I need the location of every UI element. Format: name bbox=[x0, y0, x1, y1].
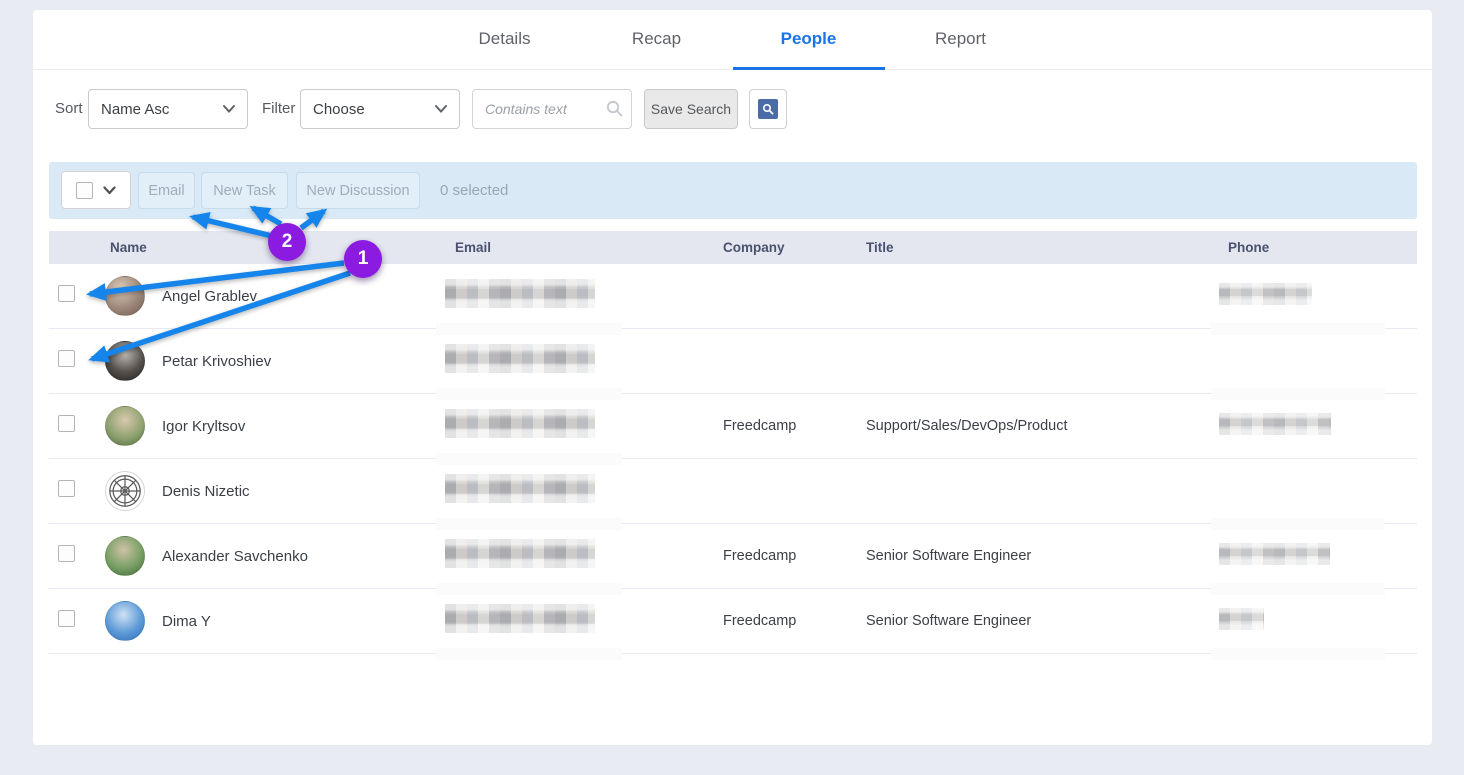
select-all-checkbox[interactable] bbox=[76, 182, 93, 199]
chevron-down-icon bbox=[435, 105, 447, 113]
filter-label: Filter bbox=[262, 89, 295, 129]
search-box bbox=[472, 89, 632, 129]
select-all-dropdown[interactable] bbox=[61, 171, 131, 209]
company-cell: Freedcamp bbox=[705, 613, 850, 629]
redacted-phone bbox=[1219, 413, 1331, 435]
title-cell: Senior Software Engineer bbox=[850, 548, 1210, 564]
tab-recap[interactable]: Recap bbox=[581, 10, 733, 70]
row-checkbox[interactable] bbox=[58, 480, 75, 497]
chevron-down-icon bbox=[223, 105, 235, 113]
row-checkbox[interactable] bbox=[58, 610, 75, 627]
blur-band bbox=[1211, 518, 1385, 530]
tab-details[interactable]: Details bbox=[429, 10, 581, 70]
blur-band bbox=[1211, 648, 1385, 660]
new-task-button[interactable]: New Task bbox=[201, 172, 288, 209]
person-name: Petar Krivoshiev bbox=[162, 353, 271, 370]
avatar bbox=[105, 601, 145, 641]
page: Details Recap People Report Sort Name As… bbox=[0, 0, 1464, 775]
person-name: Angel Grablev bbox=[162, 288, 257, 305]
redacted-email bbox=[445, 344, 595, 373]
new-discussion-button[interactable]: New Discussion bbox=[296, 172, 420, 209]
header-name: Name bbox=[90, 240, 445, 255]
redacted-phone bbox=[1219, 543, 1330, 565]
selected-count: 0 selected bbox=[440, 162, 508, 219]
blur-band bbox=[436, 518, 622, 530]
wheel-avatar-drawing bbox=[106, 472, 144, 510]
avatar bbox=[105, 536, 145, 576]
blur-band bbox=[1211, 583, 1385, 595]
filter-select-value: Choose bbox=[313, 101, 365, 118]
company-cell: Freedcamp bbox=[705, 418, 850, 434]
company-cell: Freedcamp bbox=[705, 548, 850, 564]
bulk-action-bar: Email New Task New Discussion 0 selected bbox=[49, 162, 1417, 219]
header-email: Email bbox=[445, 240, 705, 255]
email-button[interactable]: Email bbox=[138, 172, 195, 209]
blur-band bbox=[436, 323, 622, 335]
redacted-email bbox=[445, 539, 595, 568]
blur-band bbox=[436, 648, 622, 660]
row-checkbox[interactable] bbox=[58, 415, 75, 432]
person-name: Denis Nizetic bbox=[162, 483, 250, 500]
blur-band bbox=[436, 453, 622, 465]
row-checkbox[interactable] bbox=[58, 285, 75, 302]
redacted-phone bbox=[1219, 283, 1312, 305]
person-name: Igor Kryltsov bbox=[162, 418, 245, 435]
avatar bbox=[105, 406, 145, 446]
table-row: Dima Y Freedcamp Senior Software Enginee… bbox=[49, 589, 1417, 654]
sort-label: Sort bbox=[55, 89, 83, 129]
tab-people[interactable]: People bbox=[733, 10, 885, 70]
redacted-email bbox=[445, 604, 595, 633]
row-checkbox[interactable] bbox=[58, 350, 75, 367]
table-row: Denis Nizetic bbox=[49, 459, 1417, 524]
blur-band bbox=[1211, 388, 1385, 400]
header-phone: Phone bbox=[1210, 240, 1417, 255]
table-row: Angel Grablev bbox=[49, 264, 1417, 329]
saved-search-icon bbox=[758, 99, 778, 119]
header-title: Title bbox=[850, 240, 1210, 255]
filter-toolbar: Sort Name Asc Filter Choose Save Search bbox=[33, 89, 1432, 129]
avatar bbox=[105, 276, 145, 316]
table-row: Alexander Savchenko Freedcamp Senior Sof… bbox=[49, 524, 1417, 589]
header-company: Company bbox=[705, 240, 850, 255]
person-name: Dima Y bbox=[162, 613, 211, 630]
redacted-email bbox=[445, 474, 595, 503]
blur-band bbox=[1211, 323, 1385, 335]
sort-select-value: Name Asc bbox=[101, 101, 169, 118]
saved-searches-button[interactable] bbox=[749, 89, 787, 129]
title-cell: Support/Sales/DevOps/Product bbox=[850, 418, 1210, 434]
blur-band bbox=[436, 388, 622, 400]
redacted-email bbox=[445, 409, 595, 438]
redacted-email bbox=[445, 279, 595, 308]
avatar bbox=[105, 341, 145, 381]
table-header-row: Name Email Company Title Phone bbox=[49, 231, 1417, 264]
chevron-down-icon bbox=[103, 186, 116, 195]
title-cell: Senior Software Engineer bbox=[850, 613, 1210, 629]
table-row: Petar Krivoshiev bbox=[49, 329, 1417, 394]
blur-band bbox=[436, 583, 622, 595]
row-checkbox[interactable] bbox=[58, 545, 75, 562]
search-icon bbox=[606, 100, 623, 117]
person-name: Alexander Savchenko bbox=[162, 548, 308, 565]
tab-bar: Details Recap People Report bbox=[33, 10, 1432, 70]
sort-select[interactable]: Name Asc bbox=[88, 89, 248, 129]
table-row: Igor Kryltsov Freedcamp Support/Sales/De… bbox=[49, 394, 1417, 459]
filter-select[interactable]: Choose bbox=[300, 89, 460, 129]
save-search-button[interactable]: Save Search bbox=[644, 89, 738, 129]
avatar bbox=[105, 471, 145, 511]
redacted-phone bbox=[1219, 608, 1264, 630]
tab-report[interactable]: Report bbox=[885, 10, 1037, 70]
content-card: Details Recap People Report Sort Name As… bbox=[33, 10, 1432, 745]
